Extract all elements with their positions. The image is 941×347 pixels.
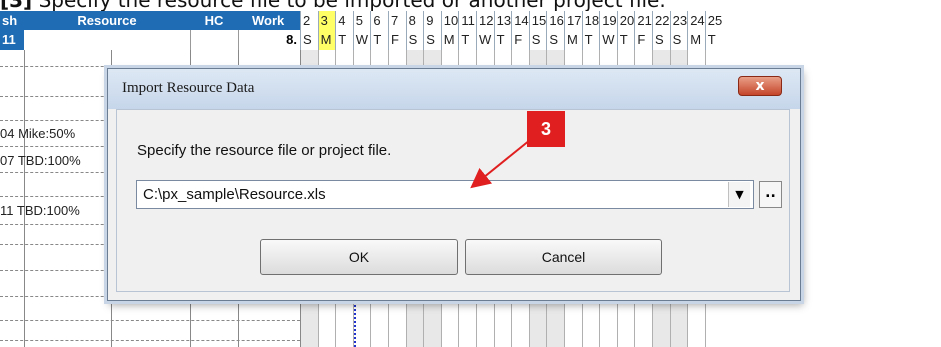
weekday-cell: S xyxy=(405,30,424,50)
day-number-cell: 12 xyxy=(476,11,494,30)
resource-row-1[interactable]: 04 Mike:50% xyxy=(0,126,111,141)
weekday-cell: T xyxy=(458,30,476,50)
day-number-cell: 3 xyxy=(317,11,336,30)
browse-button[interactable]: .. xyxy=(759,181,782,208)
day-number-cell: 19 xyxy=(599,11,617,30)
weekday-cell: T xyxy=(493,30,512,50)
weekday-cell: W xyxy=(476,30,494,50)
day-number-cell: 4 xyxy=(335,11,353,30)
weekday-cell: F xyxy=(634,30,652,50)
resource-row-id: 11 xyxy=(0,203,14,218)
ok-button[interactable]: OK xyxy=(260,239,458,275)
close-icon: x xyxy=(755,78,765,94)
weekday-cell: F xyxy=(511,30,529,50)
resource-row-id: 07 xyxy=(0,153,15,168)
weekday-cell: S xyxy=(423,30,441,50)
day-number-cell: 25 xyxy=(704,11,723,30)
day-number-cell: 17 xyxy=(564,11,582,30)
header-row-number: 11 xyxy=(0,30,24,50)
day-number-cell: 8 xyxy=(405,11,424,30)
resource-row-name: Mike:50% xyxy=(18,126,76,141)
day-number-cell: 20 xyxy=(616,11,635,30)
weekday-cell: T xyxy=(335,30,353,50)
weekday-cell: S xyxy=(300,30,318,50)
step-caption: [3] Specify the resource file to be impo… xyxy=(0,0,941,11)
header-sh: sh xyxy=(0,11,24,30)
day-number-cell: 21 xyxy=(634,11,652,30)
weekday-cell: F xyxy=(388,30,406,50)
day-number-cell: 13 xyxy=(493,11,512,30)
day-number-cell: 2 xyxy=(300,11,318,30)
weekday-cell: M xyxy=(564,30,582,50)
dialog-prompt: Specify the resource file or project fil… xyxy=(137,142,392,159)
header-resource-blank xyxy=(24,30,190,50)
chevron-down-icon: ▼ xyxy=(735,188,744,201)
step-badge: 3 xyxy=(527,111,565,147)
weekday-cell: M xyxy=(317,30,336,50)
grid-row-line xyxy=(0,320,300,321)
close-button[interactable]: x xyxy=(738,76,782,96)
grid-row-line xyxy=(0,340,300,341)
header-hc: HC xyxy=(190,11,238,30)
day-number-cell: 14 xyxy=(511,11,529,30)
weekday-cell: T xyxy=(581,30,600,50)
resource-row-name: TBD:100% xyxy=(16,203,80,218)
weekday-cell: S xyxy=(669,30,688,50)
resource-row-2[interactable]: 07 TBD:100% xyxy=(0,153,111,168)
weekday-cell: M xyxy=(687,30,705,50)
day-number-cell: 22 xyxy=(652,11,670,30)
import-resource-dialog: Import Resource Data x Specify the resou… xyxy=(107,68,801,301)
weekday-cell: T xyxy=(616,30,635,50)
today-marker xyxy=(354,300,356,347)
day-number-cell: 16 xyxy=(546,11,564,30)
day-number-cell: 23 xyxy=(669,11,688,30)
header-hc-blank xyxy=(190,30,238,50)
weekday-cell: T xyxy=(704,30,723,50)
header-work: Work xyxy=(238,11,300,30)
weekday-cell: W xyxy=(352,30,371,50)
file-path-combobox[interactable]: C:\px_sample\Resource.xls xyxy=(136,180,754,209)
day-number-cell: 24 xyxy=(687,11,705,30)
grid-column-line xyxy=(24,50,25,347)
day-number-cell: 5 xyxy=(352,11,371,30)
dialog-titlebar[interactable]: Import Resource Data x xyxy=(108,69,800,109)
grid-row-line xyxy=(0,66,300,67)
cancel-button[interactable]: Cancel xyxy=(465,239,662,275)
day-number-cell: 18 xyxy=(581,11,600,30)
resource-row-3[interactable]: 11 TBD:100% xyxy=(0,203,111,218)
day-number-cell: 7 xyxy=(388,11,406,30)
day-number-cell: 6 xyxy=(370,11,388,30)
day-number-cell: 9 xyxy=(423,11,441,30)
header-resource: Resource xyxy=(24,11,190,30)
day-number-cell: 15 xyxy=(528,11,547,30)
weekday-cell: S xyxy=(546,30,564,50)
resource-row-name: TBD:100% xyxy=(17,153,81,168)
day-number-cell: 10 xyxy=(440,11,459,30)
day-number-cell: 11 xyxy=(458,11,476,30)
weekday-cell: S xyxy=(528,30,547,50)
header-work-total: 8. xyxy=(238,30,300,50)
weekday-cell: T xyxy=(370,30,388,50)
dropdown-button[interactable]: ▼ xyxy=(728,182,750,207)
weekday-cell: S xyxy=(652,30,670,50)
weekday-cell: M xyxy=(440,30,459,50)
dialog-title: Import Resource Data xyxy=(122,80,255,96)
resource-row-id: 04 xyxy=(0,126,15,141)
weekday-cell: W xyxy=(599,30,617,50)
